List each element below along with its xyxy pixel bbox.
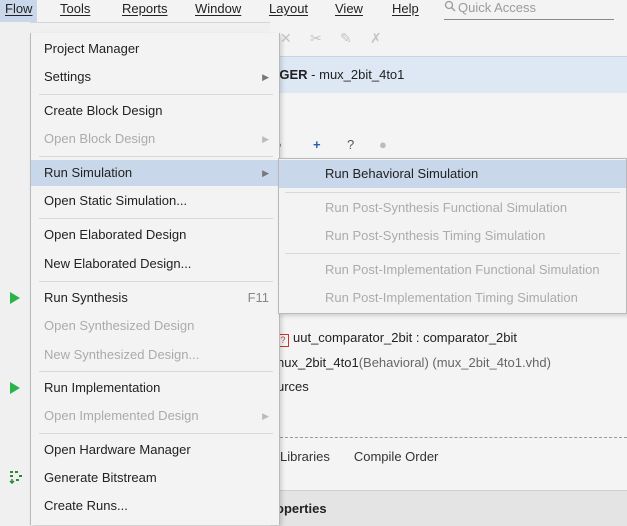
menu-item-run-behavioral-simulation[interactable]: Run Behavioral Simulation (279, 160, 626, 188)
chevron-right-icon: ▶ (262, 72, 269, 82)
menubar: Flow Tools Reports Window Layout View He… (0, 0, 627, 23)
menu-item-run-post-implementation-functional-simulation: Run Post-Implementation Functional Simul… (325, 262, 600, 277)
menu-separator (39, 94, 273, 95)
menu-item-create-block-design[interactable]: Create Block Design (31, 99, 279, 123)
divider (270, 437, 627, 438)
menu-view[interactable]: View (330, 0, 368, 22)
menu-item-open-block-design: Open Block Design ▶ (31, 127, 279, 151)
menu-tools[interactable]: Tools (55, 0, 95, 22)
menu-item-open-elaborated-design[interactable]: Open Elaborated Design (31, 223, 279, 247)
menu-separator (39, 218, 273, 219)
chevron-right-icon: ▶ (262, 134, 269, 144)
edit-icon[interactable]: ✎ (340, 30, 352, 47)
menu-separator (285, 192, 620, 193)
tab-compile-order[interactable]: Compile Order (354, 449, 439, 464)
menu-separator (39, 156, 273, 157)
sources-tabs: Libraries Compile Order (270, 449, 462, 464)
source-tree-item[interactable]: nux_2bit_4to1(Behavioral) (mux_2bit_4to1… (277, 355, 551, 370)
chevron-right-icon: ▶ (262, 411, 269, 421)
add-icon[interactable]: + (313, 137, 321, 152)
menu-item-run-simulation[interactable]: Run Simulation ▶ (31, 160, 279, 186)
play-icon (10, 382, 20, 394)
bitstream-icon (9, 470, 23, 487)
status-icon: ● (379, 137, 387, 152)
menu-separator (39, 371, 273, 372)
run-simulation-submenu: Run Behavioral Simulation Run Post-Synth… (278, 158, 627, 314)
menu-item-run-post-synthesis-timing-simulation: Run Post-Synthesis Timing Simulation (325, 228, 546, 243)
menu-separator (285, 253, 620, 254)
chevron-right-icon: ▶ (262, 168, 269, 178)
menu-item-new-synthesized-design: New Synthesized Design... (44, 347, 200, 362)
menu-flow[interactable]: Flow (0, 0, 38, 22)
search-icon (444, 0, 458, 16)
menu-reports[interactable]: Reports (117, 0, 173, 22)
tab-libraries[interactable]: Libraries (280, 449, 330, 464)
menu-item-run-synthesis[interactable]: Run Synthesis F11 (31, 286, 279, 310)
menu-window[interactable]: Window (190, 0, 246, 22)
help-icon[interactable]: ? (347, 137, 354, 152)
scissors-icon[interactable]: ✂ (310, 30, 322, 47)
menu-separator (39, 433, 273, 434)
quick-access-placeholder: Quick Access (458, 0, 537, 15)
menu-layout[interactable]: Layout (264, 0, 313, 22)
menu-item-open-static-simulation[interactable]: Open Static Simulation... (31, 189, 279, 213)
menu-item-run-implementation[interactable]: Run Implementation (31, 376, 279, 400)
menu-item-run-post-synthesis-functional-simulation: Run Post-Synthesis Functional Simulation (325, 200, 568, 215)
source-tree-item[interactable]: urces (277, 379, 309, 394)
menu-item-open-implemented-design: Open Implemented Design ▶ (31, 404, 279, 428)
sources-toolbar: ⌕ + ? ● (275, 137, 395, 157)
menu-item-new-elaborated-design[interactable]: New Elaborated Design... (31, 252, 279, 276)
menu-item-open-synthesized-design: Open Synthesized Design (44, 318, 195, 333)
menu-item-generate-bitstream[interactable]: Generate Bitstream (31, 466, 279, 490)
accelerator-f11: F11 (247, 290, 269, 305)
quick-access-input[interactable]: Quick Access (444, 0, 614, 20)
menu-separator (39, 281, 273, 282)
left-panel (0, 22, 30, 525)
menu-item-settings[interactable]: Settings ▶ (31, 65, 279, 89)
menu-item-project-manager[interactable]: Project Manager (31, 37, 279, 61)
toolbar: ✕ ✂ ✎ ✗ (270, 22, 627, 56)
header-title-rest: - mux_2bit_4to1 (307, 67, 405, 82)
menu-help[interactable]: Help (387, 0, 424, 22)
source-tree-item[interactable]: ? uut_comparator_2bit : comparator_2bit (277, 330, 517, 347)
flow-menu: Project Manager Settings ▶ Create Block D… (30, 33, 280, 525)
play-icon (10, 292, 20, 304)
toolbar-icon[interactable]: ✕ (280, 30, 292, 47)
menu-item-run-post-implementation-timing-simulation: Run Post-Implementation Timing Simulatio… (325, 290, 578, 305)
project-manager-header: AGER - mux_2bit_4to1 (270, 56, 627, 94)
cross-icon[interactable]: ✗ (370, 30, 382, 47)
properties-header: operties (270, 490, 627, 526)
menu-item-create-runs[interactable]: Create Runs... (31, 494, 279, 518)
menu-item-open-hardware-manager[interactable]: Open Hardware Manager (31, 438, 279, 462)
